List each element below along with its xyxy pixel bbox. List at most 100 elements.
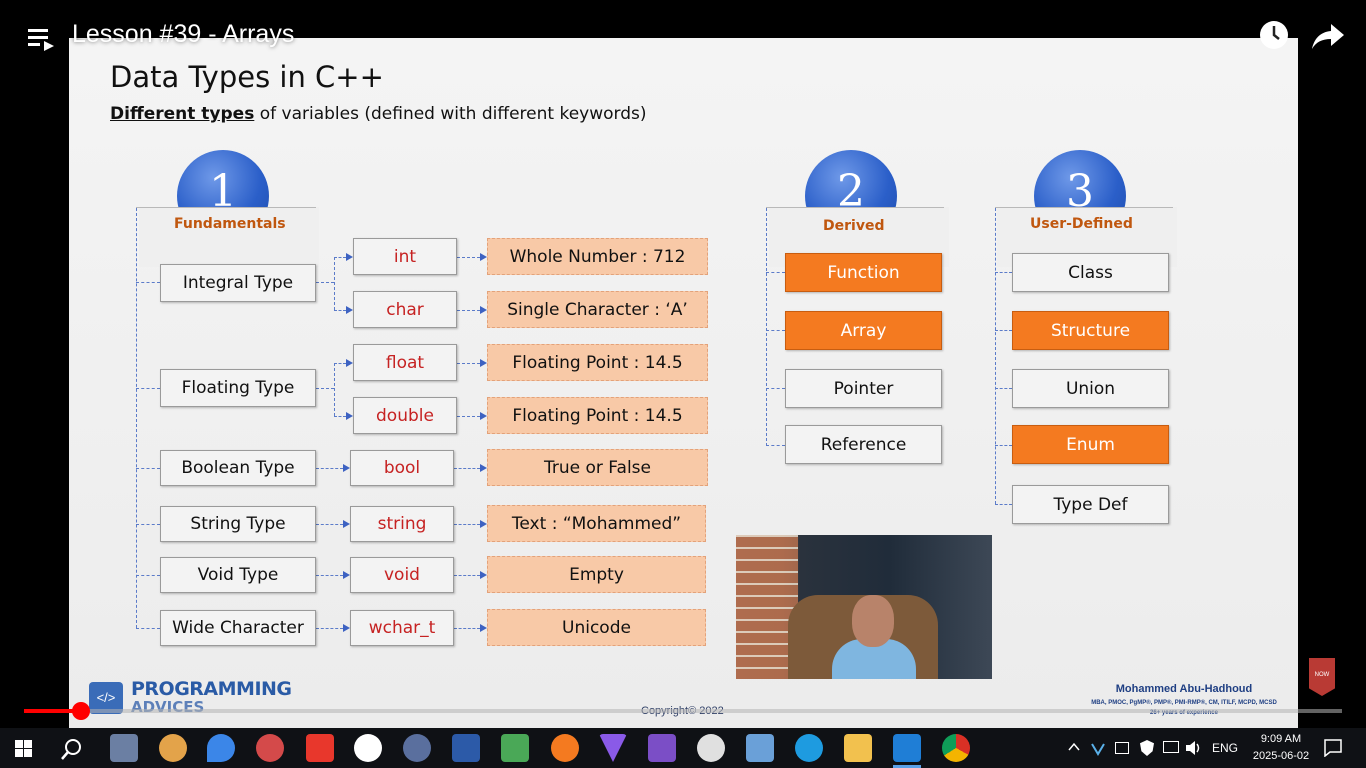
paint-icon[interactable] (159, 734, 187, 762)
connector (457, 257, 480, 258)
windows-start-icon[interactable] (15, 740, 32, 757)
connector (136, 208, 137, 628)
vscode-icon[interactable] (893, 734, 921, 762)
divider (136, 207, 316, 208)
keyword-char: char (353, 291, 457, 328)
arrow (343, 520, 350, 528)
chrome-icon[interactable] (942, 734, 970, 762)
arrow (480, 412, 487, 420)
prctv-icon[interactable] (354, 734, 382, 762)
logo-text-line2: ADVICES (131, 698, 205, 716)
keyword-bool: bool (350, 450, 454, 486)
connector (995, 330, 1012, 331)
security-tray-icon[interactable] (1140, 740, 1154, 756)
progress-knob[interactable] (71, 702, 90, 720)
keyword-void: void (350, 557, 454, 593)
connector (334, 257, 335, 310)
type-box-integral: Integral Type (160, 264, 316, 302)
value-double: Floating Point : 14.5 (487, 397, 708, 434)
powershell-icon[interactable] (452, 734, 480, 762)
share-icon[interactable] (1311, 22, 1345, 50)
keyword-wchar-t: wchar_t (350, 610, 454, 646)
keyword-string: string (350, 506, 454, 542)
search-icon[interactable] (60, 737, 84, 761)
language-indicator[interactable]: ENG (1212, 728, 1238, 768)
connector (136, 628, 160, 629)
connector (454, 524, 480, 525)
value-int: Whole Number : 712 (487, 238, 708, 275)
video-player[interactable]: Data Types in C++ Different types of var… (0, 0, 1366, 728)
value-char: Single Character : ‘A’ (487, 291, 708, 328)
connector (454, 575, 480, 576)
connector (316, 628, 343, 629)
connector (995, 208, 996, 504)
connector (457, 416, 480, 417)
arrow (480, 306, 487, 314)
visual-studio-icon[interactable] (648, 734, 676, 762)
connector (334, 363, 346, 364)
group-label-derived: Derived (823, 218, 885, 234)
slide-title: Data Types in C++ (110, 60, 384, 94)
group-label-user-defined: User-Defined (1030, 216, 1133, 232)
lecture-slide: Data Types in C++ Different types of var… (69, 38, 1335, 728)
value-wchar-t: Unicode (487, 609, 706, 646)
derived-array: Array (785, 311, 942, 350)
video-title[interactable]: Lesson #39 - Arrays (72, 20, 294, 49)
drop-icon[interactable] (207, 734, 235, 762)
usb-tray-icon[interactable] (1115, 742, 1129, 754)
clock-time: 9:09 AM (1260, 733, 1302, 745)
clock-app-icon[interactable] (697, 734, 725, 762)
connector (136, 575, 160, 576)
file-explorer-icon[interactable] (844, 734, 872, 762)
programming-advices-logo: </> PROGRAMMING ADVICES (89, 678, 292, 720)
connector (766, 272, 785, 273)
arrow (346, 253, 353, 261)
arrow (480, 624, 487, 632)
keyword-float: float (353, 344, 457, 381)
progress-bar[interactable] (24, 702, 1342, 720)
user-defined-union: Union (1012, 369, 1169, 408)
connector (136, 524, 160, 525)
group-label-fundamentals: Fundamentals (174, 216, 286, 232)
slide-subtitle: Different types of variables (defined wi… (110, 104, 647, 124)
volume-icon[interactable] (1186, 740, 1204, 756)
display-tray-icon[interactable] (1163, 741, 1179, 753)
calculator-icon[interactable] (110, 734, 138, 762)
connector (454, 468, 480, 469)
playlist-icon[interactable] (28, 27, 54, 51)
vpn-icon[interactable] (599, 734, 627, 762)
divider (995, 207, 1173, 208)
connector (316, 388, 334, 389)
arrow (343, 624, 350, 632)
watch-later-icon[interactable] (1259, 20, 1289, 50)
type-box-boolean: Boolean Type (160, 450, 316, 486)
anydesk-icon[interactable] (306, 734, 334, 762)
clock[interactable]: 9:09 AM 2025-06-02 (1246, 728, 1316, 768)
arrow (480, 571, 487, 579)
type-box-floating: Floating Type (160, 369, 316, 407)
paint-brush-icon[interactable] (256, 734, 284, 762)
clock-date: 2025-06-02 (1252, 750, 1310, 762)
connector (995, 445, 1012, 446)
connector (995, 272, 1012, 273)
arrow (346, 412, 353, 420)
connector (316, 575, 343, 576)
connector (457, 310, 480, 311)
connector (995, 504, 1012, 505)
arrow (346, 306, 353, 314)
divider (766, 207, 944, 208)
edge-icon[interactable] (795, 734, 823, 762)
pen-icon[interactable] (551, 734, 579, 762)
drive-icon[interactable] (501, 734, 529, 762)
show-hidden-icons-icon[interactable] (1068, 742, 1080, 752)
user-defined-enum: Enum (1012, 425, 1169, 464)
value-float: Floating Point : 14.5 (487, 344, 708, 381)
notifications-icon[interactable] (1324, 739, 1342, 757)
keyword-int: int (353, 238, 457, 275)
type-box-void: Void Type (160, 557, 316, 593)
remote-desktop-icon[interactable] (746, 734, 774, 762)
network-tray-icon[interactable] (1090, 740, 1106, 756)
star-icon[interactable] (403, 734, 431, 762)
connector (136, 282, 160, 283)
type-box-string: String Type (160, 506, 316, 542)
